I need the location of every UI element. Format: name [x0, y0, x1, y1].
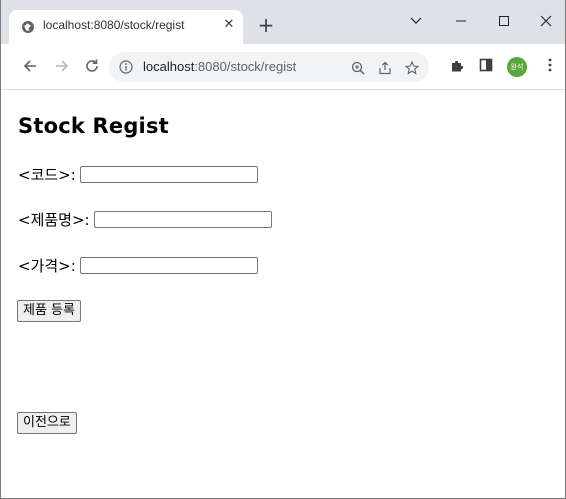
tab-title: localhost:8080/stock/regist — [43, 18, 185, 32]
product-name-label: <제품명>: — [18, 210, 90, 229]
price-input[interactable] — [79, 256, 258, 274]
code-label: <코드>: — [18, 165, 76, 184]
price-label: <가격>: — [18, 256, 76, 275]
go-back-button[interactable]: 이전으로 — [17, 412, 77, 434]
site-info-icon[interactable] — [119, 60, 133, 74]
new-tab-button[interactable]: + — [255, 14, 277, 36]
reload-icon[interactable] — [81, 55, 103, 77]
menu-kebab-icon[interactable] — [541, 58, 559, 76]
tab-search-chevron-icon[interactable] — [403, 10, 429, 32]
product-name-field-row: <제품명>: — [18, 208, 272, 230]
back-arrow-icon[interactable] — [19, 55, 41, 77]
browser-tab[interactable]: localhost:8080/stock/regist ✕ — [9, 10, 243, 44]
tab-strip: localhost:8080/stock/regist ✕ + — [1, 0, 565, 44]
register-product-button[interactable]: 제품 등록 — [17, 300, 81, 322]
address-bar[interactable]: localhost:8080/stock/regist — [109, 52, 429, 82]
page-content: Stock Regist <코드>: <제품명>: <가격>: 제품 등록 이전… — [1, 90, 565, 498]
code-field-row: <코드>: — [18, 163, 258, 185]
minimize-button[interactable] — [448, 10, 474, 32]
globe-icon — [22, 21, 34, 33]
zoom-icon[interactable] — [349, 59, 367, 77]
code-input[interactable] — [79, 165, 258, 183]
extensions-puzzle-icon[interactable] — [448, 58, 466, 76]
browser-toolbar: localhost:8080/stock/regist 원석 — [1, 44, 565, 90]
profile-avatar[interactable]: 원석 — [507, 57, 527, 77]
bookmark-star-icon[interactable] — [403, 59, 421, 77]
url-text[interactable]: localhost:8080/stock/regist — [143, 59, 296, 74]
url-path: :8080/stock/regist — [194, 59, 297, 74]
forward-arrow-icon[interactable] — [51, 55, 73, 77]
product-name-input[interactable] — [93, 210, 272, 228]
maximize-button[interactable] — [491, 10, 517, 32]
close-window-button[interactable] — [533, 10, 559, 32]
share-icon[interactable] — [376, 59, 394, 77]
page-title: Stock Regist — [18, 114, 169, 138]
side-panel-icon[interactable] — [477, 58, 495, 76]
close-tab-icon[interactable]: ✕ — [221, 17, 237, 33]
url-host: localhost — [143, 59, 195, 74]
browser-window: localhost:8080/stock/regist ✕ + localhos… — [0, 0, 566, 499]
price-field-row: <가격>: — [18, 254, 258, 276]
